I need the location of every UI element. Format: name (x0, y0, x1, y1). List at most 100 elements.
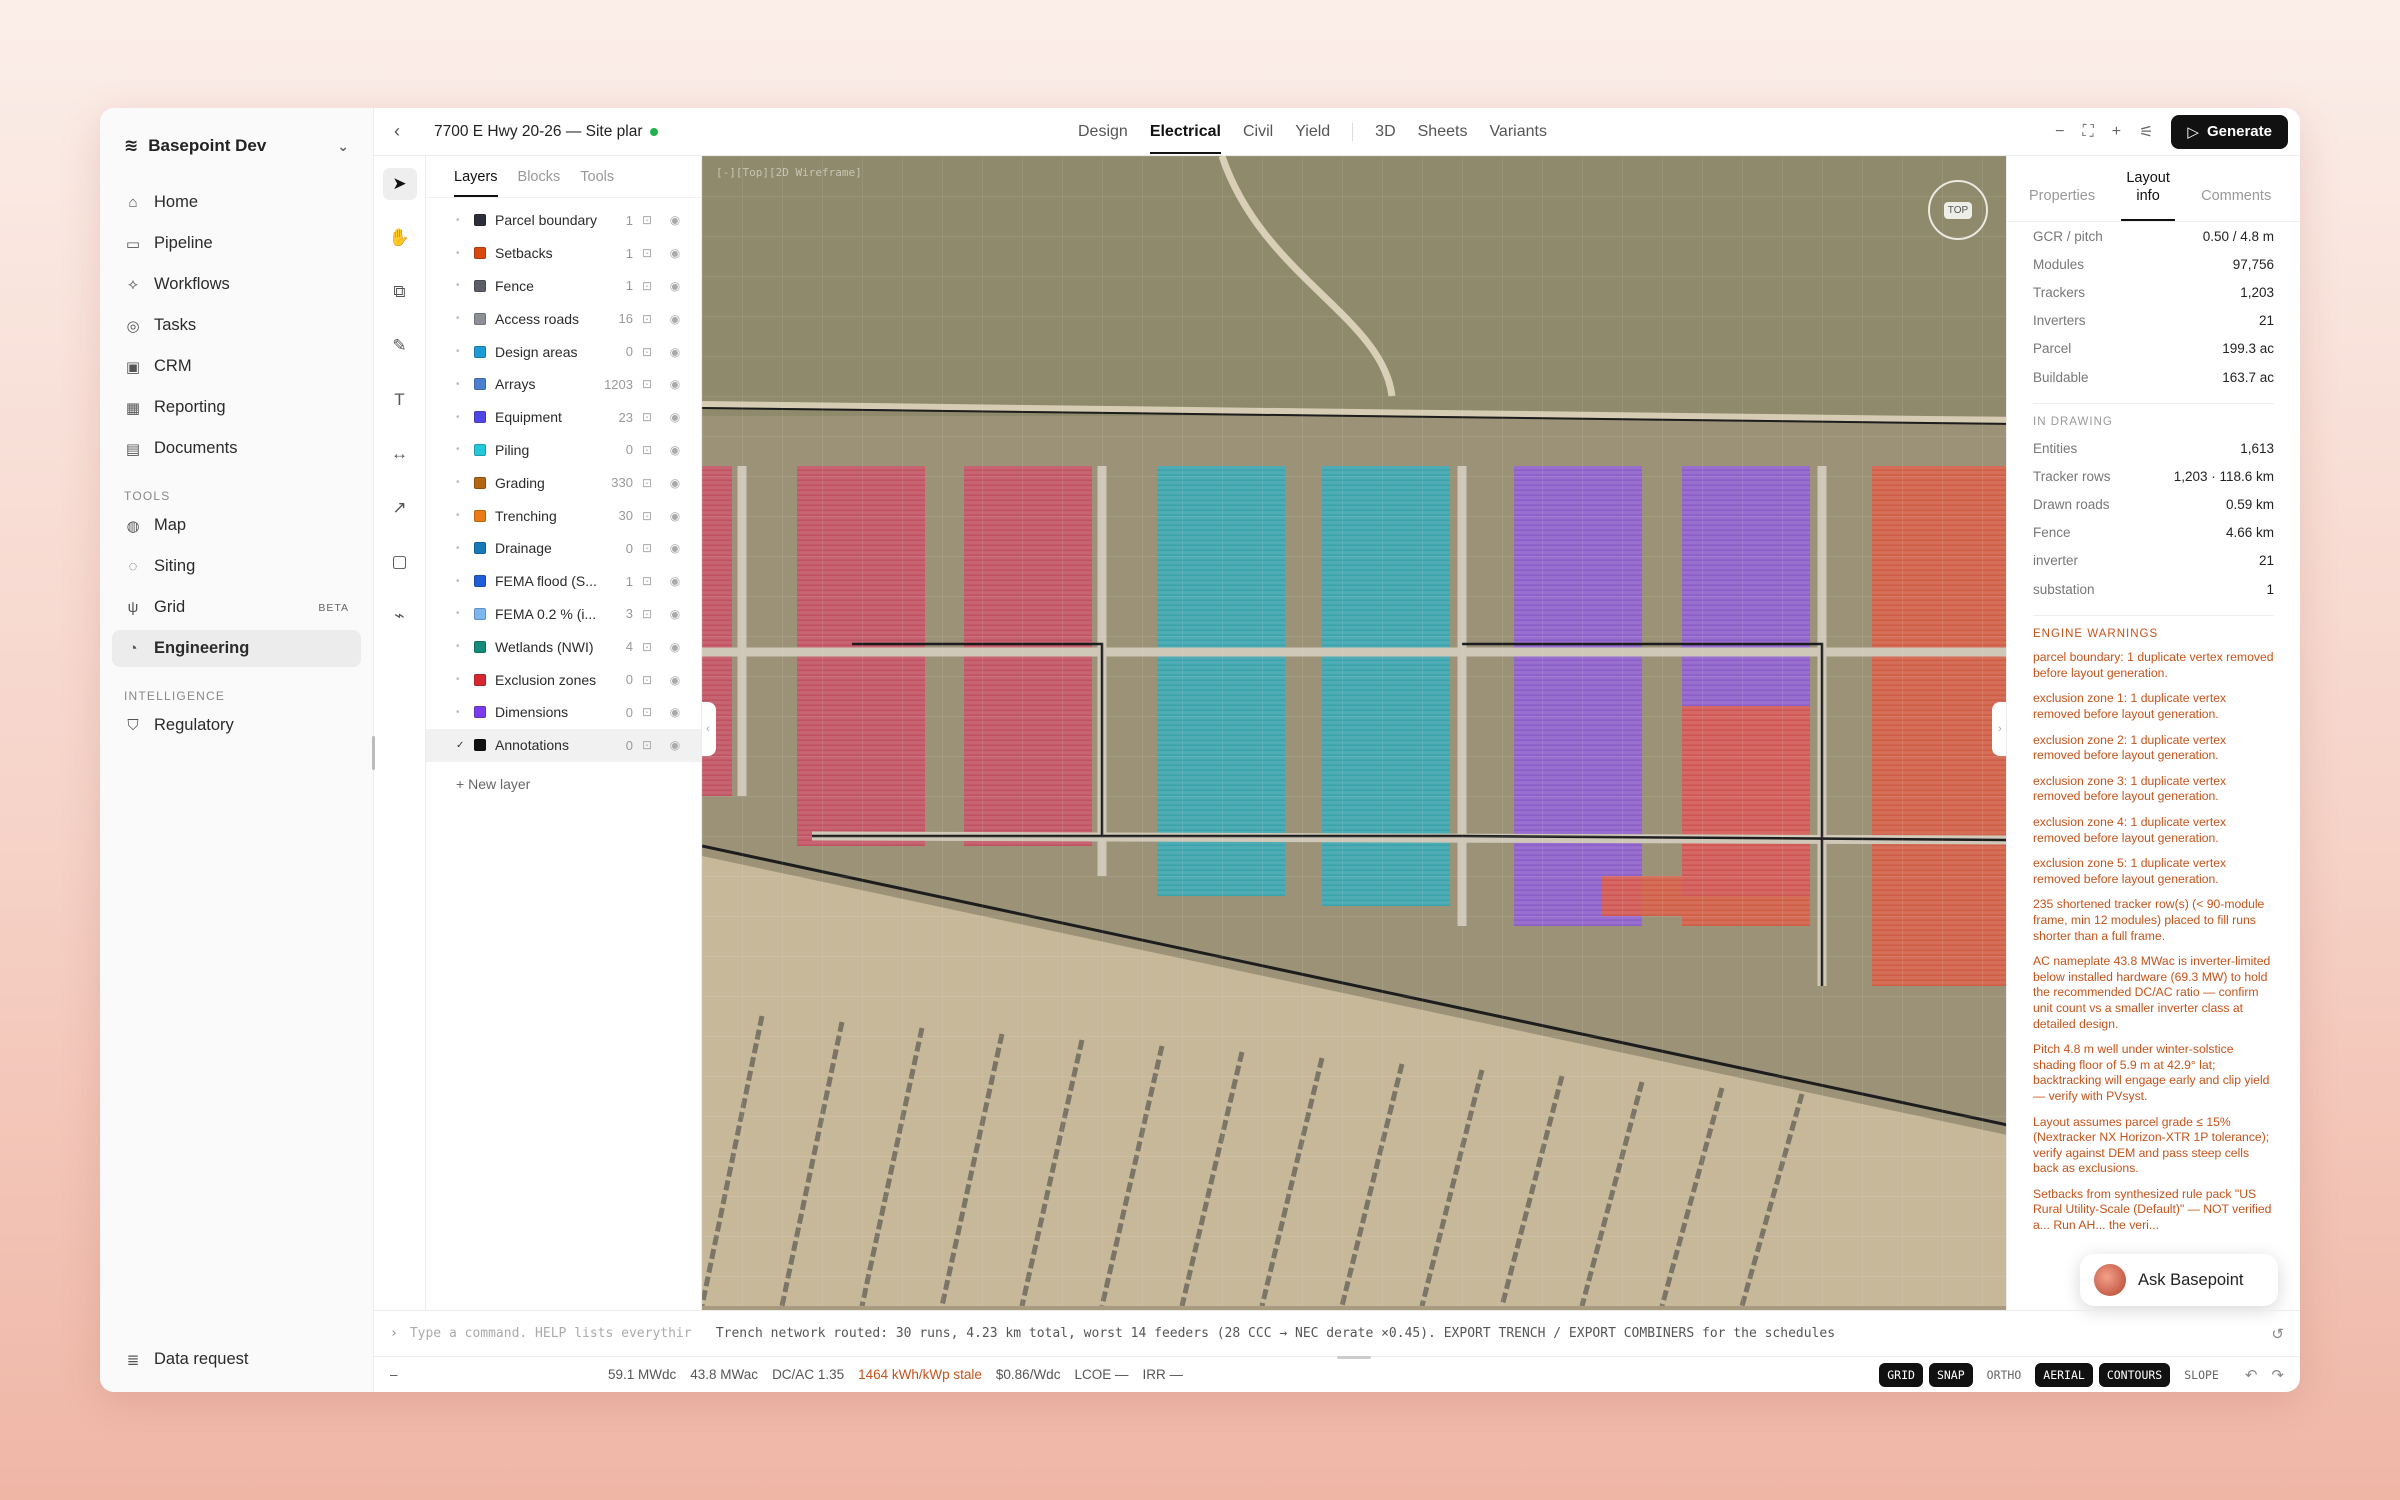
eye-icon[interactable]: ◉ (661, 541, 689, 555)
sidebar-item-documents[interactable]: ▤ Documents (112, 430, 361, 467)
eye-icon[interactable]: ◉ (661, 640, 689, 654)
tab-3d[interactable]: 3D (1375, 123, 1395, 141)
layers-tab-tools[interactable]: Tools (580, 169, 614, 185)
toggle-ortho[interactable]: ORTHO (1979, 1363, 2030, 1387)
zoom-out-icon[interactable]: − (2055, 123, 2064, 141)
lock-icon[interactable]: ⊡ (633, 574, 661, 588)
collapse-left-icon[interactable]: ‹ (702, 702, 716, 756)
eye-icon[interactable]: ◉ (661, 213, 689, 227)
layer-row[interactable]: • Setbacks 1 ⊡ ◉ (426, 237, 701, 270)
lock-icon[interactable]: ⊡ (633, 279, 661, 293)
lock-icon[interactable]: ⊡ (633, 673, 661, 687)
lock-icon[interactable]: ⊡ (633, 312, 661, 326)
layer-row[interactable]: • Grading 330 ⊡ ◉ (426, 466, 701, 499)
layer-row[interactable]: • Design areas 0 ⊡ ◉ (426, 335, 701, 368)
settings-sliders-icon[interactable]: ⚟ (2139, 122, 2153, 142)
eye-icon[interactable]: ◉ (661, 705, 689, 719)
layer-row[interactable]: ✓ Annotations 0 ⊡ ◉ (426, 728, 701, 762)
command-input[interactable]: Type a command. HELP lists everythir (410, 1326, 716, 1341)
sidebar-resize-handle[interactable] (372, 736, 375, 770)
tab-yield[interactable]: Yield (1295, 123, 1330, 141)
toggle-contours[interactable]: CONTOURS (2098, 1362, 2171, 1387)
layer-row[interactable]: • Equipment 23 ⊡ ◉ (426, 401, 701, 434)
eye-icon[interactable]: ◉ (661, 738, 689, 752)
layer-row[interactable]: • Dimensions 0 ⊡ ◉ (426, 696, 701, 729)
layer-row[interactable]: • FEMA 0.2 % (i... 3 ⊡ ◉ (426, 598, 701, 631)
layers-tab-blocks[interactable]: Blocks (518, 169, 561, 185)
rpanel-tab-layout-info[interactable]: Layout info (2121, 169, 2176, 221)
eye-icon[interactable]: ◉ (661, 607, 689, 621)
layers-filter-icon[interactable]: ⧉ (383, 276, 417, 308)
tab-electrical[interactable]: Electrical (1149, 123, 1222, 154)
lock-icon[interactable]: ⊡ (633, 410, 661, 424)
command-resize-handle[interactable] (1337, 1356, 1371, 1359)
tab-design[interactable]: Design (1078, 123, 1128, 141)
attach-icon[interactable]: ⌁ (383, 600, 417, 632)
eye-icon[interactable]: ◉ (661, 410, 689, 424)
workspace-switcher[interactable]: ≋ Basepoint Dev ⌄ (112, 126, 361, 166)
lock-icon[interactable]: ⊡ (633, 476, 661, 490)
sidebar-item-regulatory[interactable]: ⛉ Regulatory (112, 707, 361, 744)
measure-icon[interactable]: ↔ (383, 438, 417, 470)
layer-row[interactable]: • Trenching 30 ⊡ ◉ (426, 499, 701, 532)
layer-row[interactable]: • Fence 1 ⊡ ◉ (426, 270, 701, 303)
sidebar-item-grid[interactable]: ψ Grid BETA (112, 589, 361, 626)
redo-icon[interactable]: ↷ (2271, 1366, 2284, 1384)
lock-icon[interactable]: ⊡ (633, 213, 661, 227)
select-tool-icon[interactable]: ➤ (382, 168, 417, 200)
tab-variants[interactable]: Variants (1489, 123, 1547, 141)
lock-icon[interactable]: ⊡ (633, 607, 661, 621)
eye-icon[interactable]: ◉ (661, 476, 689, 490)
sidebar-item-reporting[interactable]: ▦ Reporting (112, 389, 361, 426)
tab-sheets[interactable]: Sheets (1418, 123, 1468, 141)
lock-icon[interactable]: ⊡ (633, 640, 661, 654)
layer-row[interactable]: • Parcel boundary 1 ⊡ ◉ (426, 204, 701, 237)
lock-icon[interactable]: ⊡ (633, 705, 661, 719)
lock-icon[interactable]: ⊡ (633, 345, 661, 359)
history-icon[interactable]: ↺ (2271, 1325, 2284, 1343)
text-tool-icon[interactable]: T (383, 384, 417, 416)
sidebar-item-workflows[interactable]: ⟡ Workflows (112, 266, 361, 303)
pen-icon[interactable]: ✎ (383, 330, 417, 362)
zoom-in-icon[interactable]: + (2112, 123, 2121, 141)
lock-icon[interactable]: ⊡ (633, 246, 661, 260)
lock-icon[interactable]: ⊡ (633, 377, 661, 391)
layer-row[interactable]: • Access roads 16 ⊡ ◉ (426, 302, 701, 335)
layer-row[interactable]: • Piling 0 ⊡ ◉ (426, 434, 701, 467)
eye-icon[interactable]: ◉ (661, 345, 689, 359)
sidebar-item-map[interactable]: ◍ Map (112, 507, 361, 544)
arrow-tool-icon[interactable]: ↗ (383, 492, 417, 524)
collapse-right-icon[interactable]: › (1992, 702, 2006, 756)
toggle-grid[interactable]: GRID (1879, 1362, 1923, 1387)
sidebar-item-crm[interactable]: ▣ CRM (112, 348, 361, 385)
generate-button[interactable]: ▷ Generate (2171, 114, 2288, 149)
eye-icon[interactable]: ◉ (661, 377, 689, 391)
eye-icon[interactable]: ◉ (661, 673, 689, 687)
eye-icon[interactable]: ◉ (661, 279, 689, 293)
undo-icon[interactable]: ↶ (2245, 1366, 2258, 1384)
layer-row[interactable]: • Drainage 0 ⊡ ◉ (426, 532, 701, 565)
back-arrow-icon[interactable]: ‹ (394, 121, 418, 142)
eye-icon[interactable]: ◉ (661, 509, 689, 523)
toggle-snap[interactable]: SNAP (1928, 1362, 1973, 1387)
layer-row[interactable]: • FEMA flood (S... 1 ⊡ ◉ (426, 565, 701, 598)
layer-row[interactable]: • Arrays 1203 ⊡ ◉ (426, 368, 701, 401)
eye-icon[interactable]: ◉ (661, 443, 689, 457)
eye-icon[interactable]: ◉ (661, 246, 689, 260)
sidebar-item-pipeline[interactable]: ▭ Pipeline (112, 225, 361, 262)
sidebar-item-home[interactable]: ⌂ Home (112, 184, 361, 221)
eye-icon[interactable]: ◉ (661, 574, 689, 588)
sidebar-item-data-request[interactable]: ≣ Data request (112, 1341, 361, 1378)
hand-pan-icon[interactable]: ✋ (383, 222, 417, 254)
ask-basepoint-button[interactable]: Ask Basepoint (2080, 1254, 2278, 1306)
rpanel-tab-properties[interactable]: Properties (2029, 187, 2095, 221)
tab-civil[interactable]: Civil (1243, 123, 1273, 141)
map-canvas[interactable]: [-][Top][2D Wireframe] TOP ‹ › (702, 156, 2006, 1310)
sidebar-item-tasks[interactable]: ◎ Tasks (112, 307, 361, 344)
lock-icon[interactable]: ⊡ (633, 541, 661, 555)
view-cube[interactable]: TOP (1928, 180, 1988, 240)
toggle-slope[interactable]: SLOPE (2176, 1363, 2227, 1387)
comment-icon[interactable]: ▢ (383, 546, 417, 578)
new-layer-button[interactable]: + New layer (426, 762, 701, 792)
lock-icon[interactable]: ⊡ (633, 509, 661, 523)
